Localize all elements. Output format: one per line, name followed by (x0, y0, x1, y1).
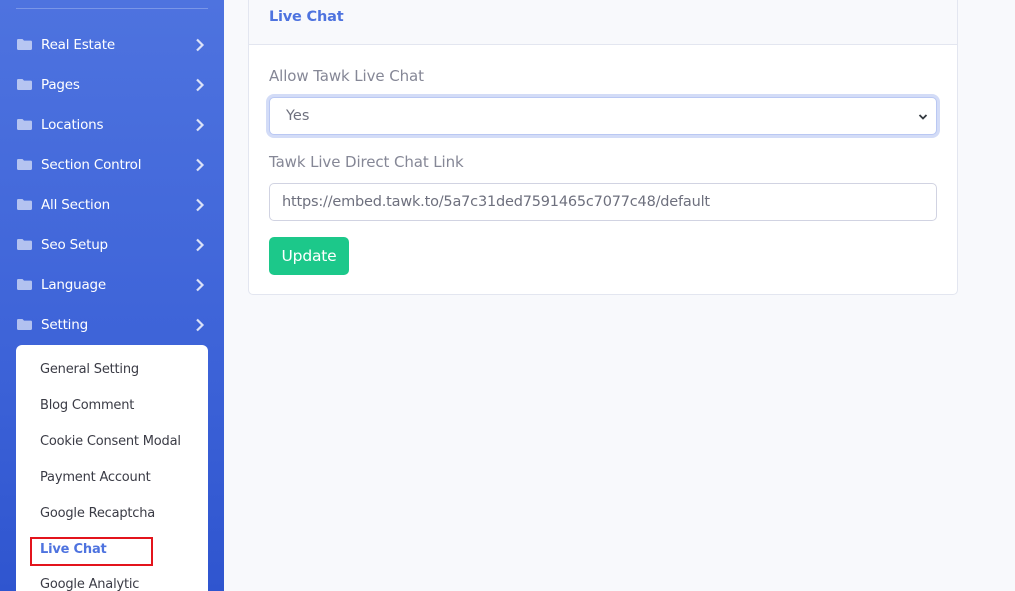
sidebar-divider (16, 8, 208, 9)
tawk-link-input[interactable]: https://embed.tawk.to/5a7c31ded7591465c7… (269, 183, 937, 221)
sidebar-item-language[interactable]: Language (0, 265, 224, 305)
folder-icon (17, 319, 32, 330)
tawk-link-label: Tawk Live Direct Chat Link (269, 153, 464, 171)
submenu-item-google-analytic[interactable]: Google Analytic (40, 577, 139, 591)
chevron-right-icon (196, 198, 205, 212)
update-button[interactable]: Update (269, 237, 349, 275)
chevron-down-icon (918, 114, 928, 120)
allow-tawk-label: Allow Tawk Live Chat (269, 67, 424, 85)
sidebar-item-label: Locations (41, 117, 104, 133)
setting-submenu: General Setting Blog Comment Cookie Cons… (16, 345, 208, 591)
chevron-right-icon (196, 78, 205, 92)
folder-icon (17, 79, 32, 90)
sidebar-item-seo-setup[interactable]: Seo Setup (0, 225, 224, 265)
card-header: Live Chat (249, 0, 957, 45)
submenu-item-google-recaptcha[interactable]: Google Recaptcha (40, 506, 155, 521)
sidebar-item-label: Language (41, 277, 107, 293)
chevron-right-icon (196, 38, 205, 52)
tawk-link-value: https://embed.tawk.to/5a7c31ded7591465c7… (282, 194, 710, 210)
chevron-right-icon (196, 118, 205, 132)
sidebar: Real Estate Pages Locations Section Cont… (0, 0, 224, 591)
live-chat-card: Live Chat Allow Tawk Live Chat Yes Tawk … (248, 0, 958, 295)
submenu-item-cookie-consent-modal[interactable]: Cookie Consent Modal (40, 434, 181, 449)
sidebar-item-pages[interactable]: Pages (0, 65, 224, 105)
sidebar-item-label: Section Control (41, 157, 142, 173)
chevron-right-icon (196, 318, 205, 332)
folder-icon (17, 239, 32, 250)
card-title: Live Chat (269, 9, 344, 25)
sidebar-item-label: Real Estate (41, 37, 115, 53)
chevron-right-icon (196, 238, 205, 252)
allow-tawk-select[interactable]: Yes (269, 97, 937, 135)
folder-icon (17, 159, 32, 170)
chevron-right-icon (196, 278, 205, 292)
sidebar-item-label: Seo Setup (41, 237, 108, 253)
submenu-item-blog-comment[interactable]: Blog Comment (40, 398, 134, 413)
sidebar-item-label: All Section (41, 197, 110, 213)
sidebar-item-setting[interactable]: Setting (0, 305, 224, 345)
folder-icon (17, 39, 32, 50)
allow-tawk-value: Yes (286, 108, 310, 124)
folder-icon (17, 199, 32, 210)
sidebar-item-all-section[interactable]: All Section (0, 185, 224, 225)
submenu-item-general-setting[interactable]: General Setting (40, 362, 139, 377)
folder-icon (17, 279, 32, 290)
chevron-right-icon (196, 158, 205, 172)
sidebar-item-locations[interactable]: Locations (0, 105, 224, 145)
highlight-box (30, 537, 153, 566)
sidebar-item-label: Setting (41, 317, 88, 333)
sidebar-item-label: Pages (41, 77, 80, 93)
sidebar-item-section-control[interactable]: Section Control (0, 145, 224, 185)
submenu-item-payment-account[interactable]: Payment Account (40, 470, 151, 485)
sidebar-item-real-estate[interactable]: Real Estate (0, 25, 224, 65)
folder-icon (17, 119, 32, 130)
